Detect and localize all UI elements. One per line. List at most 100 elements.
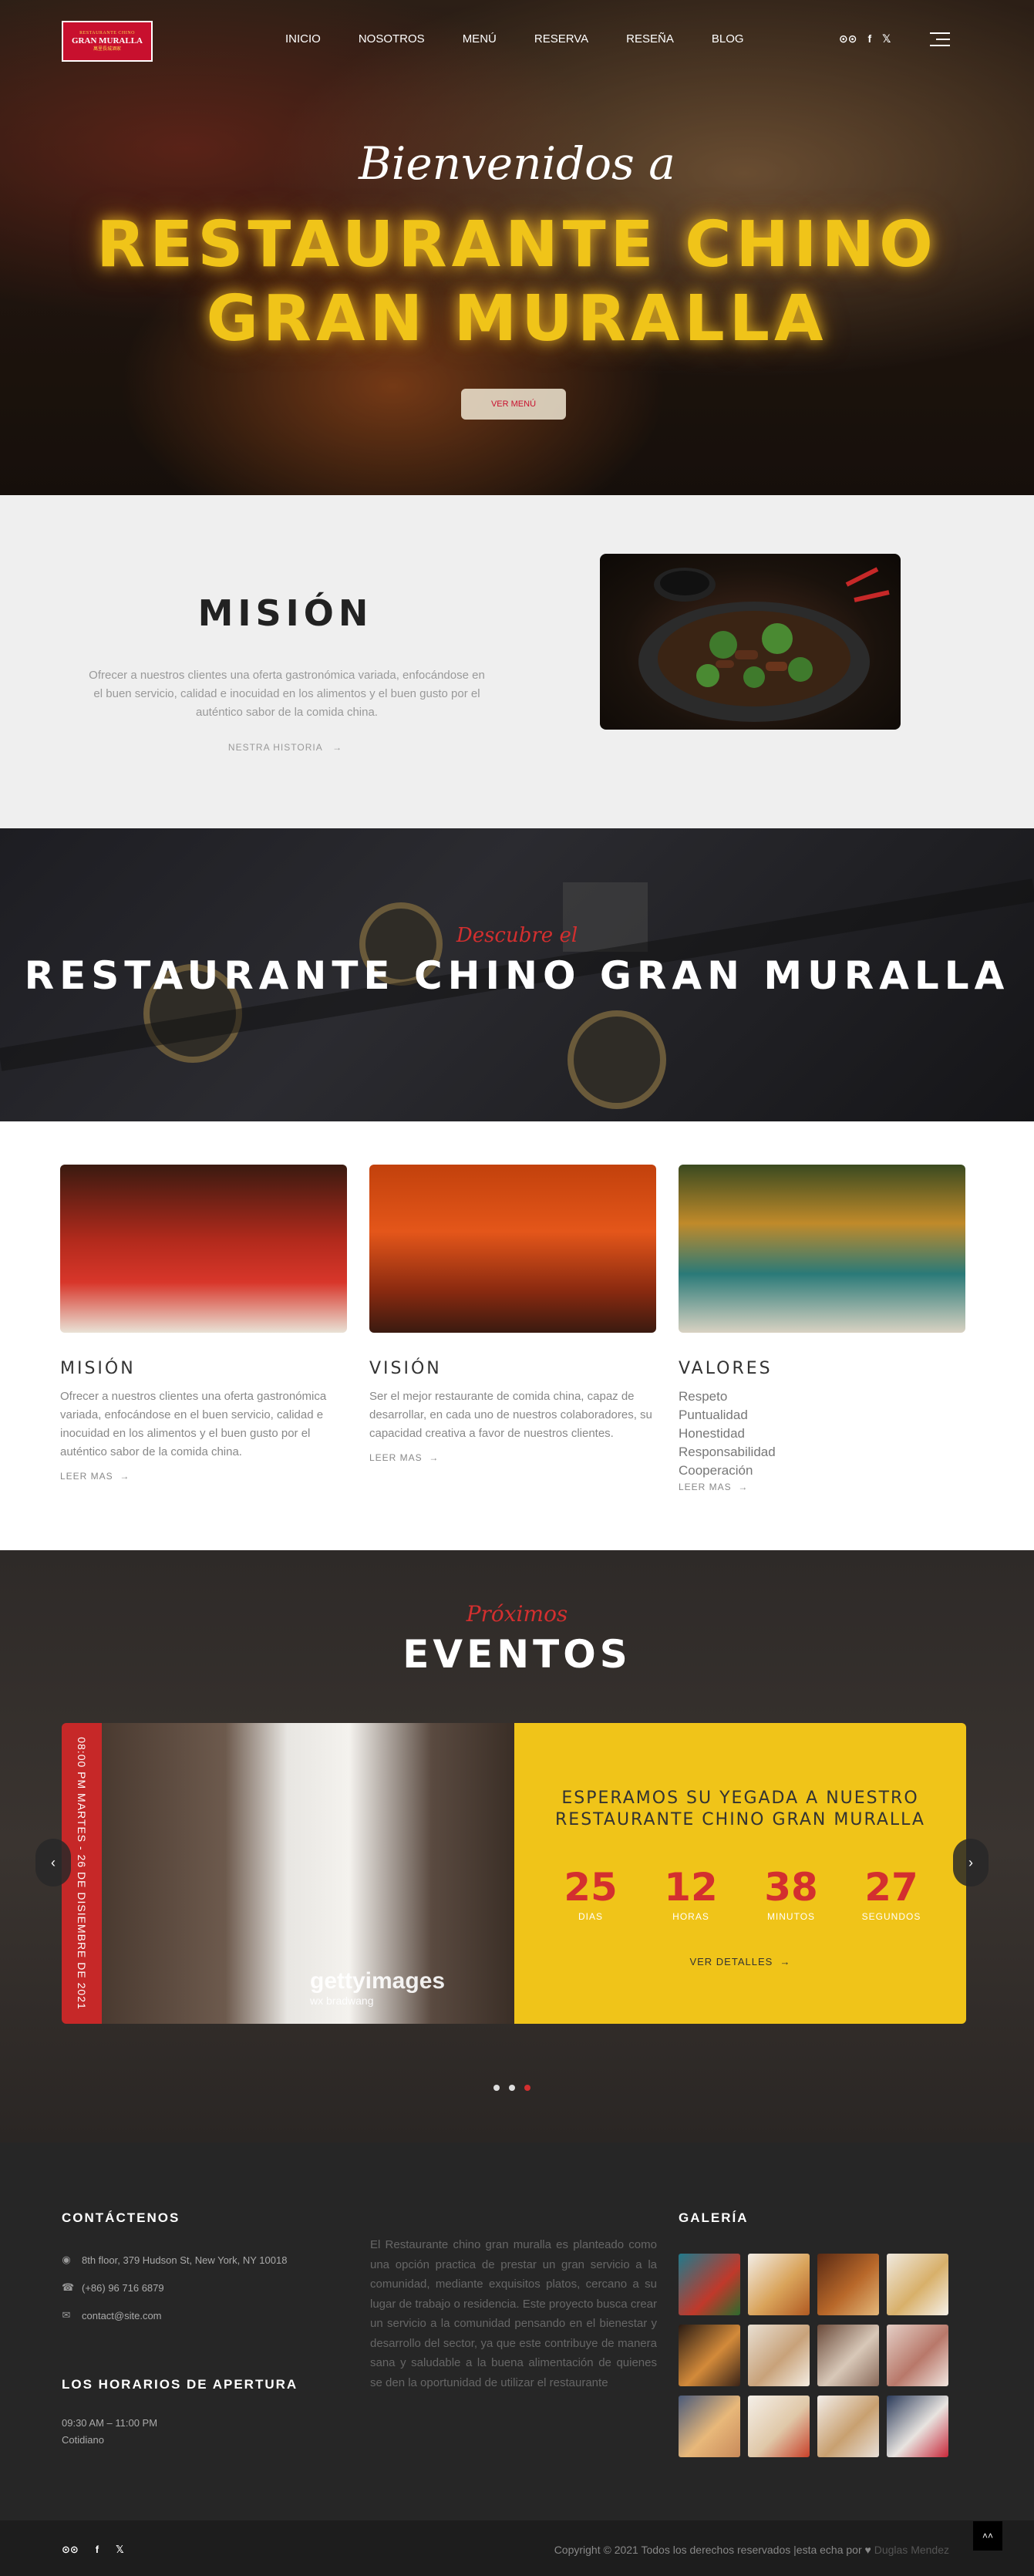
nav-resena[interactable]: RESEÑA: [626, 32, 674, 46]
twitter-icon[interactable]: 𝕏: [882, 32, 891, 46]
gallery-image[interactable]: [887, 2254, 948, 2315]
address-text: 8th floor, 379 Hudson St, New York, NY 1…: [82, 2254, 288, 2266]
descubre-subtitle: Descubre el: [456, 924, 578, 947]
gallery-image[interactable]: [679, 2325, 740, 2386]
nav-nosotros[interactable]: NOSOTROS: [359, 32, 425, 46]
chef-photo: gettyimages wx bradwang: [102, 1723, 514, 2024]
nav-inicio[interactable]: INICIO: [285, 32, 321, 46]
gallery: [679, 2254, 950, 2457]
historia-link-label: NESTRA HISTORIA: [227, 742, 323, 753]
lounge-image: [679, 1165, 965, 1333]
countdown-hours: 12 HORAS: [648, 1865, 733, 1922]
logo-name: GRAN MURALLA: [72, 36, 143, 46]
countdown-days: 25 DIAS: [548, 1865, 633, 1922]
arrow-right-icon: →: [731, 1482, 749, 1492]
leer-mas-link[interactable]: LEER MAS →: [369, 1452, 656, 1463]
chevron-up-icon: ˄˄: [982, 2530, 993, 2541]
logo[interactable]: RESTAURANTE CHINO GRAN MURALLA 萬里長城酒家: [62, 21, 153, 62]
hero-title: RESTAURANTE CHINO GRAN MURALLA: [0, 208, 1034, 356]
restaurant-interior-image: [369, 1165, 656, 1333]
logo-bottom-text: 萬里長城酒家: [93, 47, 121, 52]
descubre-section: Descubre el RESTAURANTE CHINO GRAN MURAL…: [0, 828, 1034, 1121]
countdown-value: 38: [764, 1865, 818, 1910]
days-text: Cotidiano: [62, 2434, 104, 2446]
hero-subtitle: Bienvenidos a: [359, 137, 675, 190]
list-item: Cooperación: [679, 1463, 753, 1478]
historia-link[interactable]: NESTRA HISTORIA →: [0, 742, 571, 753]
descubre-title: RESTAURANTE CHINO GRAN MURALLA: [24, 953, 1010, 998]
gallery-image[interactable]: [748, 2325, 810, 2386]
card-text: Ofrecer a nuestros clientes una oferta g…: [60, 1390, 327, 1458]
nav-blog[interactable]: BLOG: [712, 32, 744, 46]
event-card: 08:00 PM MARTES - 26 DE DISIEMBRE DE 202…: [62, 1723, 966, 2024]
chevron-right-icon: ›: [968, 1854, 973, 1870]
leer-mas-label: LEER MAS: [60, 1471, 113, 1482]
hero-title-line1: RESTAURANTE CHINO: [96, 208, 938, 282]
facebook-icon[interactable]: f: [96, 2544, 99, 2556]
countdown-value: 12: [664, 1865, 718, 1910]
gallery-title: GALERÍA: [679, 2210, 749, 2225]
list-item: Puntualidad: [679, 1408, 748, 1422]
gallery-image[interactable]: [679, 2396, 740, 2457]
list-item: Responsabilidad: [679, 1445, 776, 1459]
countdown-label: HORAS: [672, 1911, 709, 1922]
chevron-left-icon: ‹: [51, 1854, 56, 1870]
event-heading-line2: RESTAURANTE CHINO GRAN MURALLA: [555, 1810, 925, 1829]
card-title: VALORES: [679, 1359, 773, 1378]
leer-mas-link[interactable]: LEER MAS →: [60, 1471, 347, 1482]
leer-mas-label: LEER MAS: [679, 1482, 732, 1492]
mision-text: Ofrecer a nuestros clientes una oferta g…: [89, 669, 485, 719]
ver-menu-button[interactable]: VER MENÚ: [461, 389, 566, 420]
hero-title-line2: GRAN MURALLA: [206, 282, 828, 356]
ver-detalles-link[interactable]: VER DETALLES →: [514, 1956, 966, 1967]
leer-mas-link[interactable]: LEER MAS →: [679, 1482, 965, 1492]
carousel-dot[interactable]: [493, 2085, 500, 2091]
footer: CONTÁCTENOS ◉ 8th floor, 379 Hudson St, N…: [0, 2143, 1034, 2520]
carousel-prev-button[interactable]: ‹: [35, 1839, 71, 1886]
heart-icon: ♥: [864, 2544, 871, 2556]
gallery-image[interactable]: [887, 2396, 948, 2457]
tripadvisor-icon[interactable]: ⊙⊙: [839, 32, 857, 46]
eventos-section: Próximos EVENTOS 08:00 PM MARTES - 26 DE…: [0, 1550, 1034, 2143]
gallery-image[interactable]: [748, 2396, 810, 2457]
card-title: VISIÓN: [369, 1359, 442, 1378]
arrow-right-icon: →: [773, 1956, 791, 1967]
twitter-icon[interactable]: 𝕏: [116, 2544, 123, 2556]
watermark-credit: wx bradwang: [310, 1994, 374, 2007]
gallery-image[interactable]: [817, 2325, 879, 2386]
phone-line: ☎ (+86) 96 716 6879: [62, 2281, 164, 2294]
watermark: gettyimages wx bradwang: [310, 1968, 445, 2007]
event-date: 08:00 PM MARTES - 26 DE DISIEMBRE DE 202…: [76, 1737, 88, 2010]
author-link[interactable]: Duglas Mendez: [874, 2544, 949, 2556]
nav-reserva[interactable]: RESERVA: [534, 32, 588, 46]
carousel-next-button[interactable]: ›: [953, 1839, 989, 1886]
carousel-dot-active[interactable]: [524, 2085, 530, 2091]
info-cards-section: MISIÓN Ofrecer a nuestros clientes una o…: [0, 1121, 1034, 1550]
gallery-image[interactable]: [887, 2325, 948, 2386]
location-icon: ◉: [62, 2254, 71, 2265]
nav-menu[interactable]: MENÚ: [463, 32, 497, 46]
back-to-top-button[interactable]: ˄˄: [973, 2521, 1002, 2551]
mision-card: MISIÓN Ofrecer a nuestros clientes una o…: [60, 1165, 347, 1482]
arrow-right-icon: →: [113, 1471, 130, 1482]
menu-icon[interactable]: [930, 32, 950, 51]
contact-title: CONTÁCTENOS: [62, 2210, 180, 2225]
email-line[interactable]: ✉ contact@site.com: [62, 2309, 162, 2321]
arrow-right-icon: →: [422, 1452, 440, 1463]
gallery-image[interactable]: [817, 2396, 879, 2457]
countdown: 25 DIAS 12 HORAS 38 MINUTOS 27 SEGUNDOS: [548, 1865, 934, 1922]
carousel-dot[interactable]: [509, 2085, 515, 2091]
hours-title: LOS HORARIOS DE APERTURA: [62, 2377, 298, 2392]
social-links-top: ⊙⊙ f 𝕏: [839, 32, 891, 46]
hero-section: RESTAURANTE CHINO GRAN MURALLA 萬里長城酒家 IN…: [0, 0, 1034, 495]
tripadvisor-icon[interactable]: ⊙⊙: [62, 2544, 79, 2556]
about-text: El Restaurante chino gran muralla es pla…: [370, 2238, 657, 2389]
card-text: Ser el mejor restaurante de comida china…: [369, 1390, 652, 1440]
gallery-image[interactable]: [679, 2254, 740, 2315]
event-info: ESPERAMOS SU YEGADA A NUESTRO RESTAURANT…: [514, 1723, 966, 2024]
facebook-icon[interactable]: f: [867, 32, 871, 46]
gallery-image[interactable]: [748, 2254, 810, 2315]
gallery-image[interactable]: [817, 2254, 879, 2315]
copyright: Copyright © 2021 Todos los derechos rese…: [554, 2544, 949, 2556]
copyright-text: Copyright © 2021 Todos los derechos rese…: [554, 2544, 862, 2556]
